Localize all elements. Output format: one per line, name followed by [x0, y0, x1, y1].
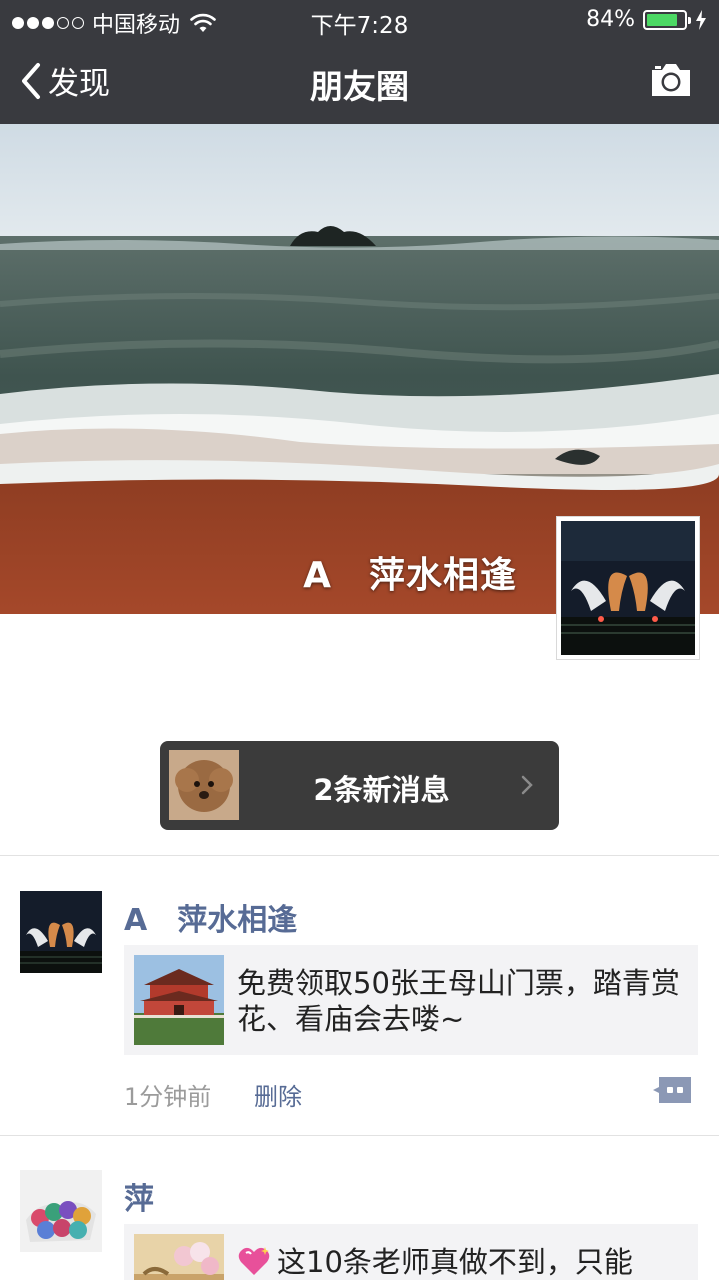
- feed-divider: [0, 1135, 719, 1136]
- profile-name: A 萍水相逢: [303, 555, 517, 596]
- status-right: 84%: [586, 7, 707, 32]
- feed-divider: [0, 855, 719, 856]
- post-author-name[interactable]: 萍: [124, 1174, 154, 1218]
- charging-bolt-icon: [696, 9, 706, 30]
- comment-icon[interactable]: [651, 1075, 693, 1105]
- status-bar: 中国移动 下午7:28 84%: [0, 0, 719, 40]
- feed-post: A 萍水相逢 免费领取50张王母山门票，踏青赏花、看庙会去喽~ 1分钟前 删除: [0, 891, 719, 1121]
- profile-avatar[interactable]: [556, 516, 700, 660]
- new-messages-label: 2条新消息: [313, 773, 450, 807]
- camera-icon[interactable]: [649, 62, 693, 98]
- chevron-right-icon: [521, 775, 533, 795]
- page-title: 朋友圈: [310, 67, 409, 106]
- post-author-avatar[interactable]: [20, 891, 102, 973]
- navigation-bar: 发现 朋友圈: [0, 40, 719, 124]
- sparkling-heart-icon: [238, 1247, 270, 1275]
- poodle-avatar-image: [169, 750, 239, 820]
- delete-button[interactable]: 删除: [254, 1077, 302, 1112]
- shared-link-card[interactable]: 这10条老师真做不到，只能: [124, 1224, 698, 1280]
- post-author-avatar[interactable]: [20, 1170, 102, 1252]
- swan-avatar-image: [20, 891, 102, 973]
- shared-link-card[interactable]: 免费领取50张王母山门票，踏青赏花、看庙会去喽~: [124, 945, 698, 1055]
- link-thumbnail: [134, 955, 224, 1045]
- feed-post: 萍 这10条老师真做不到，只能: [0, 1170, 719, 1280]
- swan-avatar-image: [561, 521, 695, 655]
- link-title-row: 这10条老师真做不到，只能: [237, 1244, 688, 1280]
- towels-avatar-image: [20, 1170, 102, 1252]
- battery-fill: [647, 13, 677, 26]
- battery-percentage: 84%: [586, 7, 635, 32]
- top-bar: 中国移动 下午7:28 84% 发现 朋友圈: [0, 0, 719, 124]
- post-author-name[interactable]: A 萍水相逢: [124, 895, 297, 939]
- link-title: 这10条老师真做不到，只能: [277, 1245, 633, 1279]
- battery-icon: [643, 9, 691, 30]
- temple-image: [134, 955, 224, 1045]
- link-thumbnail: [134, 1234, 224, 1280]
- new-messages-button[interactable]: 2条新消息: [160, 741, 559, 830]
- post-timestamp: 1分钟前: [124, 1083, 212, 1111]
- link-title: 免费领取50张王母山门票，踏青赏花、看庙会去喽~: [237, 966, 680, 1036]
- balloons-image: [134, 1234, 224, 1280]
